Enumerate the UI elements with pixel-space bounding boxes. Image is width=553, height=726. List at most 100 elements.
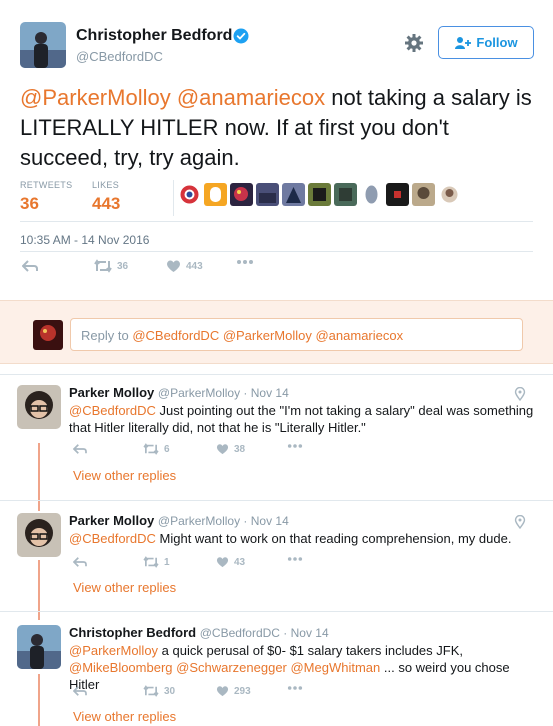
tweet-timestamp[interactable]: 10:35 AM - 14 Nov 2016 [20,233,149,247]
retweet-count: 30 [164,685,176,697]
author-name[interactable]: Christopher Bedford [76,27,232,45]
author-avatar[interactable] [20,22,66,68]
liker-avatar[interactable] [178,183,201,206]
reply-action[interactable] [73,556,87,568]
location-pin-icon [514,515,526,529]
divider [0,374,553,375]
liker-avatar[interactable] [386,183,409,206]
author-handle[interactable]: @CBedfordDC [76,49,163,64]
reply-author-name[interactable]: Parker Molloy [69,513,154,528]
location-pin-icon [514,387,526,401]
liker-avatar[interactable] [204,183,227,206]
reply-action[interactable] [22,259,38,273]
reply-tweet[interactable]: Parker Molloy @ParkerMolloy · Nov 14 @CB… [0,513,553,603]
reply-composer: Reply to @CBedfordDC @ParkerMolloy @anam… [0,300,553,364]
retweet-count: 6 [164,443,170,455]
liker-avatar[interactable] [282,183,305,206]
mention-link[interactable]: @ParkerMolloy [69,643,158,658]
view-other-replies-link[interactable]: View other replies [73,580,176,595]
reply-actions: 6 38 [73,443,373,461]
reply-text: @CBedfordDC Might want to work on that r… [69,530,539,547]
follow-button[interactable]: Follow [438,26,534,59]
retweet-icon [143,685,159,697]
liker-avatar[interactable] [412,183,435,206]
reply-date[interactable]: · Nov 14 [240,514,288,528]
reply-author-handle[interactable]: @ParkerMolloy [158,514,240,528]
retweet-action[interactable]: 30 [143,685,175,697]
liker-avatar[interactable] [256,183,279,206]
retweets-count[interactable]: 36 [20,194,39,214]
mention-link[interactable]: @ParkerMolloy [20,85,171,110]
reply-input[interactable]: Reply to @CBedfordDC @ParkerMolloy @anam… [70,318,523,351]
reply-icon [22,260,38,272]
tweet-header: Christopher Bedford @CBedfordDC Follow [20,22,534,74]
divider [20,251,533,252]
reply-action[interactable] [73,443,87,455]
reply-avatar[interactable] [17,513,61,557]
reply-author-handle[interactable]: @ParkerMolloy [158,386,240,400]
retweet-icon [94,259,112,273]
reply-prefix: Reply to [81,328,133,343]
reply-body: a quick perusal of $0- $1 salary takers … [158,643,463,658]
reply-author-name[interactable]: Parker Molloy [69,385,154,400]
like-count: 43 [234,556,246,568]
divider [0,500,553,501]
liker-avatar[interactable] [308,183,331,206]
verified-badge-icon [233,28,249,44]
retweet-action[interactable]: 1 [143,556,170,568]
reply-date[interactable]: · Nov 14 [240,386,288,400]
reply-body: Might want to work on that reading compr… [155,531,512,546]
more-action[interactable] [236,259,254,265]
liker-avatar[interactable] [230,183,253,206]
likes-label: LIKES [92,180,120,190]
reply-author-name[interactable]: Christopher Bedford [69,625,196,640]
like-action[interactable]: 43 [216,556,245,568]
more-action[interactable] [287,443,303,449]
reply-icon [73,444,87,454]
like-count: 38 [234,443,246,455]
reply-date[interactable]: · Nov 14 [280,626,328,640]
retweet-action[interactable]: 6 [143,443,170,455]
liker-avatar[interactable] [334,183,357,206]
reply-author-handle[interactable]: @CBedfordDC [200,626,280,640]
reply-avatar[interactable] [17,385,61,429]
retweet-action[interactable]: 36 [94,259,128,273]
mention-link[interactable]: @CBedfordDC [69,403,156,418]
retweet-count: 1 [164,556,170,568]
reply-tweet[interactable]: Parker Molloy @ParkerMolloy · Nov 14 @CB… [0,385,553,495]
mention-link[interactable]: @anamariecox [177,85,325,110]
more-action[interactable] [287,556,303,562]
mention-link[interactable]: @CBedfordDC [69,531,156,546]
tweet-text: @ParkerMolloy @anamariecox not taking a … [20,83,540,173]
divider [0,611,553,612]
like-action[interactable]: 38 [216,443,245,455]
retweet-icon [143,556,159,568]
mention-links[interactable]: @MikeBloomberg @Schwarzenegger @MegWhitm… [69,660,380,675]
reply-tweet[interactable]: Christopher Bedford @CBedfordDC · Nov 14… [0,625,553,726]
likes-count[interactable]: 443 [92,194,120,214]
reply-icon [73,686,87,696]
like-icon [167,260,180,272]
reply-action[interactable] [73,685,87,697]
like-count: 443 [186,260,203,272]
like-icon [216,686,229,697]
likers-avatars [178,183,461,211]
divider [20,221,533,222]
user-avatar [33,320,63,350]
like-action[interactable]: 443 [166,259,203,273]
follow-label: Follow [476,35,518,50]
reply-avatar[interactable] [17,625,61,669]
view-other-replies-link[interactable]: View other replies [73,468,176,483]
retweets-label: RETWEETS [20,180,73,190]
like-icon [216,557,229,568]
more-action[interactable] [287,685,303,691]
view-other-replies-link[interactable]: View other replies [73,709,176,724]
like-action[interactable]: 293 [216,685,251,697]
stats-divider [173,180,174,216]
reply-actions: 30 293 [73,685,373,703]
liker-avatar[interactable] [438,183,461,206]
reply-mentions: @CBedfordDC @ParkerMolloy @anamariecox [132,328,404,343]
tweet-actions: 36 443 [22,259,322,277]
gear-icon[interactable] [403,32,425,54]
liker-avatar[interactable] [360,183,383,206]
